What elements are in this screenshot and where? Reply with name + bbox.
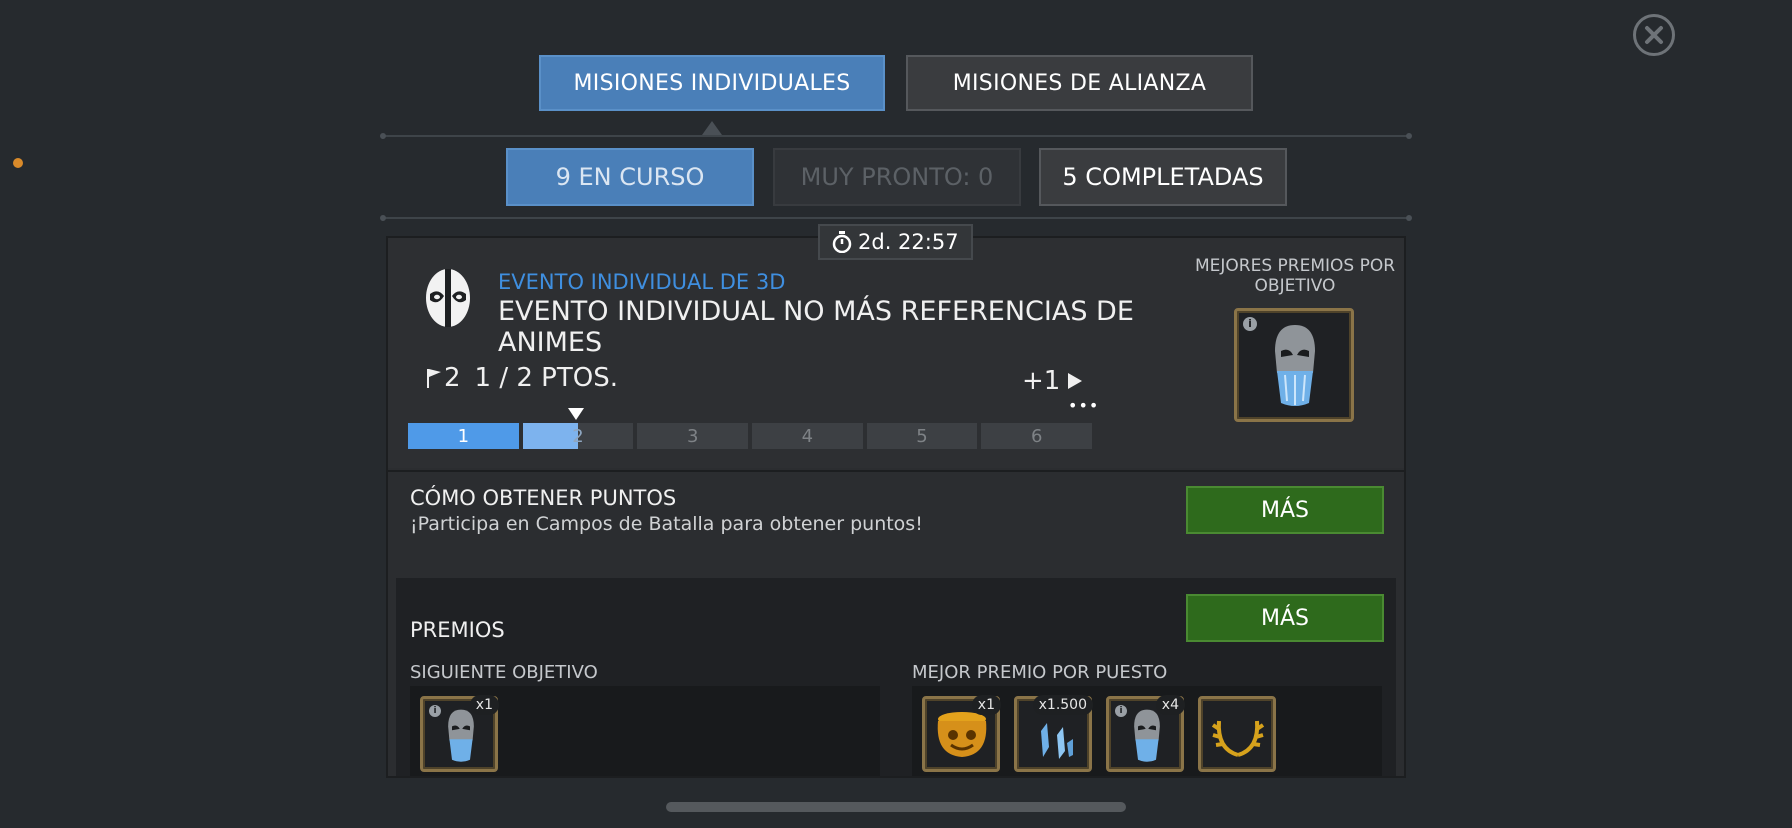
active-tab-pointer <box>702 121 722 135</box>
prizes-more-button[interactable]: MÁS <box>1186 594 1384 642</box>
tab-completed-label: 5 COMPLETADAS <box>1062 163 1264 191</box>
crystal-mask-icon <box>1134 709 1160 762</box>
event-card[interactable]: EVENTO INDIVIDUAL DE 3D EVENTO INDIVIDUA… <box>388 238 1186 468</box>
prizes-title: PREMIOS <box>410 618 505 642</box>
info-icon[interactable]: i <box>1115 705 1127 717</box>
progress-step: 1 <box>408 423 519 449</box>
points-value: 1 / 2 PTOS. <box>474 363 618 393</box>
divider <box>380 215 1412 221</box>
timer-value: 2d. 22:57 <box>858 230 959 254</box>
tab-individual-missions[interactable]: MISIONES INDIVIDUALES <box>539 55 885 111</box>
tab-individual-label: MISIONES INDIVIDUALES <box>573 70 851 96</box>
event-title: EVENTO INDIVIDUAL NO MÁS REFERENCIAS DE … <box>498 296 1134 358</box>
info-icon[interactable]: i <box>1243 317 1257 331</box>
reward-item[interactable]: i x4 <box>1106 695 1185 772</box>
play-icon <box>1068 373 1083 389</box>
progress-step: 5 <box>866 423 978 449</box>
next-objective-rewards: i x1 <box>410 686 880 776</box>
best-rewards-label: MEJORES PREMIOS POR OBJETIVO <box>1194 256 1396 296</box>
reward-quantity: x1 <box>469 695 499 715</box>
next-milestone: +1 <box>1022 366 1084 396</box>
tab-alliance-missions[interactable]: MISIONES DE ALIANZA <box>906 55 1253 111</box>
flag-icon <box>427 369 441 388</box>
notification-dot <box>13 158 23 168</box>
best-rank-rewards: x1 x1.500 i x4 <box>912 686 1382 776</box>
progress-bar: 1 2 3 4 5 6 <box>408 423 1093 449</box>
reward-quantity: x1 <box>971 695 1001 715</box>
info-icon[interactable]: i <box>429 705 441 717</box>
scrollbar[interactable] <box>666 802 1126 812</box>
reward-quantity: x4 <box>1155 695 1185 715</box>
how-text: ¡Participa en Campos de Batalla para obt… <box>410 513 923 535</box>
flag-count: 2 <box>444 363 461 393</box>
progress-marker <box>568 408 584 420</box>
crystal-mask-icon <box>1275 325 1315 406</box>
best-reward-item[interactable]: i <box>1234 308 1354 422</box>
divider <box>380 133 1412 139</box>
prizes-section: PREMIOS MÁS SIGUIENTE OBJETIVO MEJOR PRE… <box>396 578 1396 776</box>
gold-pot-icon <box>937 712 987 757</box>
tab-alliance-label: MISIONES DE ALIANZA <box>952 70 1207 96</box>
reward-item[interactable]: x1 <box>922 695 1001 772</box>
tab-coming-soon: MUY PRONTO: 0 <box>773 148 1021 206</box>
crystal-mask-icon <box>448 709 474 762</box>
prizes-more-label: MÁS <box>1261 605 1309 631</box>
how-more-button[interactable]: MÁS <box>1186 486 1384 534</box>
tab-completed[interactable]: 5 COMPLETADAS <box>1039 148 1287 206</box>
best-rewards-box: MEJORES PREMIOS POR OBJETIVO i <box>1184 238 1404 468</box>
best-rank-label: MEJOR PREMIO POR PUESTO <box>912 662 1168 683</box>
event-panel: EVENTO INDIVIDUAL DE 3D EVENTO INDIVIDUA… <box>386 236 1406 778</box>
shard-icon <box>1041 723 1073 759</box>
tab-coming-soon-label: MUY PRONTO: 0 <box>800 163 994 191</box>
next-objective-label: SIGUIENTE OBJETIVO <box>410 662 598 683</box>
deadpool-mask-icon <box>426 269 470 327</box>
progress-step: 2 <box>522 423 634 449</box>
reward-item[interactable] <box>1198 696 1276 772</box>
stopwatch-icon <box>832 231 852 253</box>
tab-in-progress-label: 9 EN CURSO <box>555 163 705 191</box>
points-row: 2 1 / 2 PTOS. <box>426 363 618 393</box>
how-to-earn-section: CÓMO OBTENER PUNTOS ¡Participa en Campos… <box>388 470 1404 566</box>
laurel-icon <box>1211 720 1265 757</box>
event-subtitle: EVENTO INDIVIDUAL DE 3D <box>498 270 786 294</box>
progress-step: 4 <box>752 423 863 449</box>
progress-step: 3 <box>637 423 749 449</box>
more-dots-icon: ••• <box>1068 396 1100 415</box>
reward-quantity: x1.500 <box>1032 695 1093 715</box>
how-title: CÓMO OBTENER PUNTOS <box>410 486 677 510</box>
tab-in-progress[interactable]: 9 EN CURSO <box>506 148 754 206</box>
how-more-label: MÁS <box>1261 497 1309 523</box>
timer-badge: 2d. 22:57 <box>818 224 973 260</box>
progress-step: 6 <box>981 423 1093 449</box>
reward-item[interactable]: x1.500 <box>1014 695 1093 772</box>
plus-value: +1 <box>1022 366 1061 396</box>
close-button[interactable] <box>1633 14 1675 56</box>
close-icon <box>1645 26 1663 44</box>
reward-item[interactable]: i x1 <box>420 695 499 772</box>
